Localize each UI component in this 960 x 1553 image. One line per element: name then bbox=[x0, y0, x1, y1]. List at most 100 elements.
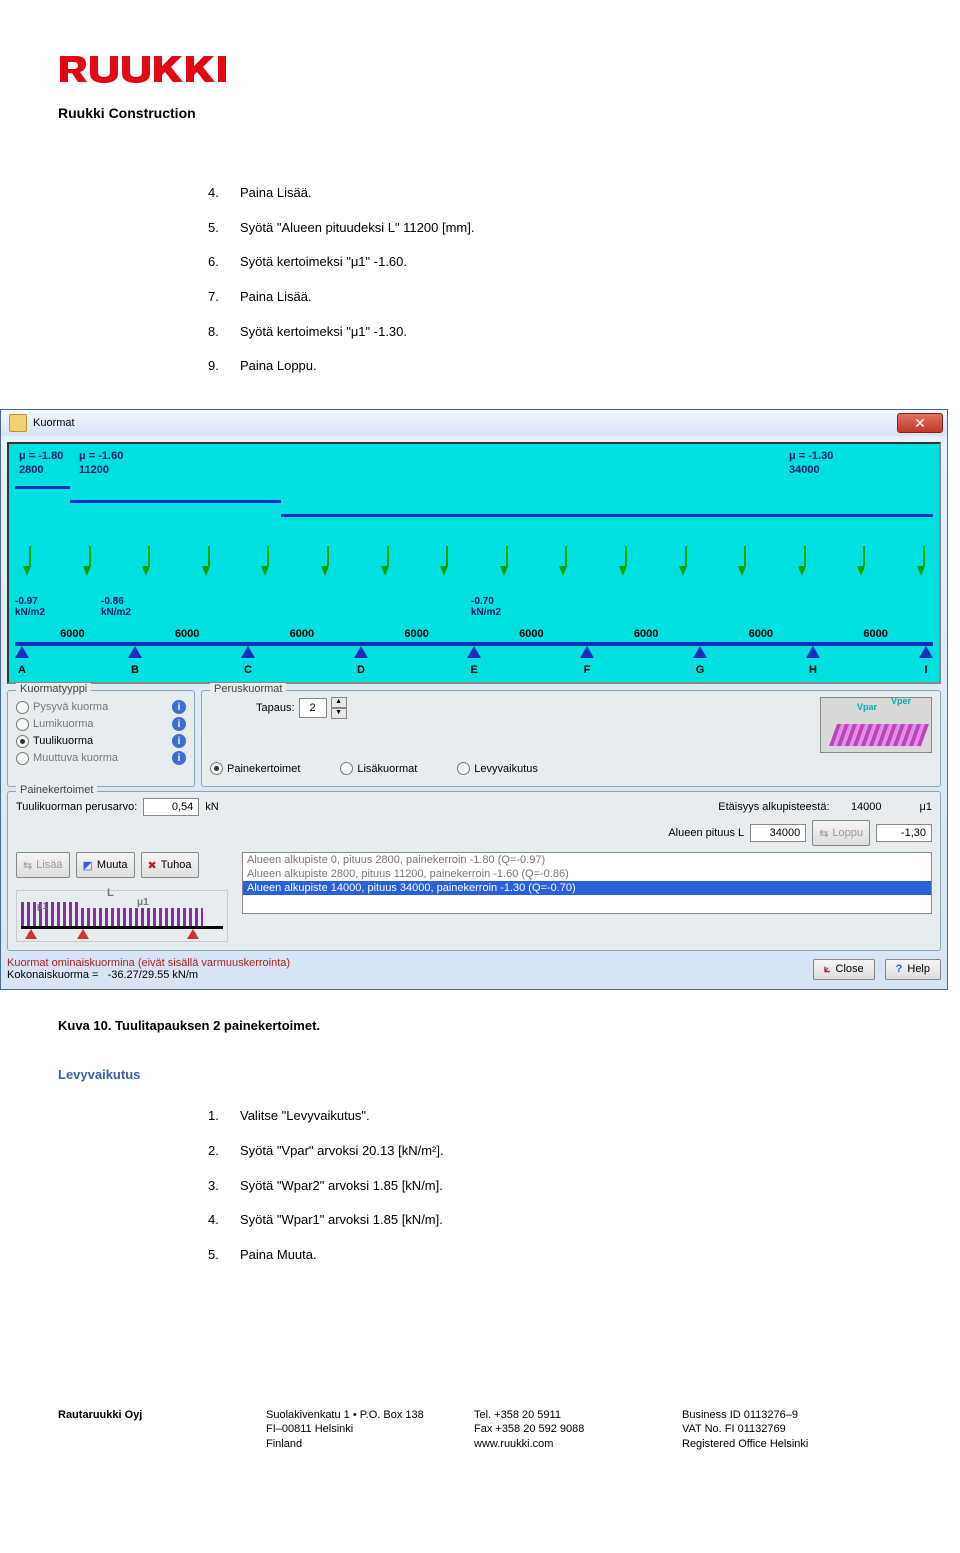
list-item[interactable]: Alueen alkupiste 0, pituus 2800, paineke… bbox=[243, 853, 931, 867]
logo bbox=[58, 48, 890, 91]
step-text: Syötä kertoimeksi "μ1" -1.30. bbox=[240, 320, 407, 345]
footer-line: Registered Office Helsinki bbox=[682, 1437, 890, 1452]
close-icon: ✕ bbox=[914, 416, 926, 430]
legend: Painekertoimet bbox=[16, 784, 97, 796]
etaisyys-value: 14000 bbox=[834, 801, 882, 813]
span-value: 6000 bbox=[359, 628, 474, 640]
radio-label: Painekertoimet bbox=[227, 763, 300, 775]
step-num: 4. bbox=[208, 1208, 240, 1233]
warning-text: Kuormat ominaiskuormina (eivät sisällä v… bbox=[7, 957, 290, 969]
footer-company: Rautaruukki Oyj bbox=[58, 1409, 142, 1421]
span-value: 6000 bbox=[130, 628, 245, 640]
step-text: Paina Lisää. bbox=[240, 285, 312, 310]
lisaa-button[interactable]: ⇆Lisää bbox=[16, 852, 70, 878]
kk-value: -36.27/29.55 kN/m bbox=[108, 969, 199, 981]
muuta-button[interactable]: ◩Muuta bbox=[76, 852, 135, 878]
load-diagram: μ = -1.802800 μ = -1.6011200 μ = -1.3034… bbox=[7, 442, 941, 684]
step-num: 9. bbox=[208, 354, 240, 379]
tuuli-label: Tuulikuorman perusarvo: bbox=[16, 801, 137, 813]
radio-painekertoimet[interactable]: Painekertoimet bbox=[210, 762, 300, 775]
q-unit: kN/m2 bbox=[15, 607, 75, 618]
figure-caption: Kuva 10. Tuulitapauksen 2 painekertoimet… bbox=[58, 1018, 890, 1033]
radio-pysyva[interactable]: Pysyvä kuormai bbox=[16, 700, 186, 714]
radio-label: Levyvaikutus bbox=[474, 763, 538, 775]
legend: Kuormatyyppi bbox=[16, 683, 91, 695]
list-item[interactable]: Alueen alkupiste 2800, pituus 11200, pai… bbox=[243, 867, 931, 881]
info-icon[interactable]: i bbox=[172, 717, 186, 731]
alue-label: Alueen pituus L bbox=[668, 827, 744, 839]
mu-value: 11200 bbox=[79, 464, 167, 478]
step-num: 3. bbox=[208, 1174, 240, 1199]
mu-label: μ = -1.30 bbox=[789, 450, 929, 464]
q-unit: kN/m2 bbox=[101, 607, 161, 618]
region-listbox[interactable]: Alueen alkupiste 0, pituus 2800, paineke… bbox=[242, 852, 932, 914]
q-value: -0.70 bbox=[471, 596, 531, 607]
fieldset-peruskuormat: Peruskuormat Tapaus: 2 ▲▼ Vpar bbox=[201, 690, 941, 787]
footer-line: Fax +358 20 592 9088 bbox=[474, 1422, 682, 1437]
footer-line: FI–00811 Helsinki bbox=[266, 1422, 474, 1437]
close-button[interactable]: ✕ bbox=[897, 413, 943, 433]
span-value: 6000 bbox=[704, 628, 819, 640]
button-label: Muuta bbox=[97, 859, 128, 871]
step-text: Syötä "Wpar2" arvoksi 1.85 [kN/m]. bbox=[240, 1174, 443, 1199]
radio-levyvaikutus[interactable]: Levyvaikutus bbox=[457, 762, 538, 775]
step-text: Syötä "Wpar1" arvoksi 1.85 [kN/m]. bbox=[240, 1208, 443, 1233]
button-label: Close bbox=[836, 963, 864, 975]
titlebar: Kuormat ✕ bbox=[1, 410, 947, 436]
vpar-label: Vpar bbox=[857, 702, 877, 712]
mu-value-input[interactable]: -1,30 bbox=[876, 824, 932, 842]
radio-tuuli[interactable]: Tuulikuormai bbox=[16, 734, 186, 748]
vpar-diagram: Vpar Vper bbox=[820, 697, 932, 753]
diag-mu-label: μ1 bbox=[37, 901, 48, 911]
tapaus-value[interactable]: 2 bbox=[299, 698, 327, 718]
button-label: Loppu bbox=[832, 827, 863, 839]
close-button-footer[interactable]: ⟀ Close bbox=[813, 959, 875, 980]
help-button[interactable]: ?Help bbox=[885, 959, 941, 980]
vper-label: Vper bbox=[891, 697, 911, 706]
footer-line: Business ID 0113276–9 bbox=[682, 1408, 890, 1423]
q-value: -0.86 bbox=[101, 596, 161, 607]
step-text: Syötä "Alueen pituudeksi L" 11200 [mm]. bbox=[240, 216, 474, 241]
button-label: Help bbox=[907, 963, 930, 975]
support-letter: A bbox=[15, 664, 29, 676]
window-title: Kuormat bbox=[33, 417, 75, 429]
support-letter: E bbox=[467, 664, 481, 676]
radio-muuttuva[interactable]: Muuttuva kuorma i bbox=[16, 751, 186, 765]
support-letter: C bbox=[241, 664, 255, 676]
radio-label: Muuttuva kuorma bbox=[33, 752, 118, 764]
legend: Peruskuormat bbox=[210, 683, 286, 695]
footer-line: www.ruukki.com bbox=[474, 1437, 682, 1452]
page-footer: Rautaruukki Oyj Suolakivenkatu 1 • P.O. … bbox=[58, 1408, 890, 1453]
mu-value: 2800 bbox=[19, 464, 79, 478]
info-icon[interactable]: i bbox=[172, 751, 186, 765]
window-icon bbox=[9, 414, 27, 432]
alue-value-input[interactable]: 34000 bbox=[750, 824, 806, 842]
fieldset-painekertoimet: Painekertoimet Tuulikuorman perusarvo: 0… bbox=[7, 791, 941, 951]
mu-label: μ1 bbox=[920, 801, 932, 813]
radio-label: Lumikuorma bbox=[33, 718, 94, 730]
info-icon[interactable]: i bbox=[172, 734, 186, 748]
support-letter: H bbox=[806, 664, 820, 676]
diag-L-label: L bbox=[107, 887, 114, 899]
radio-lumi[interactable]: Lumikuorma i bbox=[16, 717, 186, 731]
subheading-levyvaikutus: Levyvaikutus bbox=[58, 1067, 890, 1082]
radio-lisakuormat[interactable]: Lisäkuormat bbox=[340, 762, 417, 775]
list-item[interactable]: Alueen alkupiste 14000, pituus 34000, pa… bbox=[243, 881, 931, 895]
support-letter: D bbox=[354, 664, 368, 676]
tuhoa-button[interactable]: ✖Tuhoa bbox=[141, 852, 199, 878]
tuuli-value-input[interactable]: 0,54 bbox=[143, 798, 199, 816]
span-value: 6000 bbox=[818, 628, 933, 640]
mu-label: μ = -1.60 bbox=[79, 450, 167, 464]
button-label: Tuhoa bbox=[161, 859, 192, 871]
steps-block-1: 4.Paina Lisää. 5.Syötä "Alueen pituudeks… bbox=[208, 181, 890, 379]
diag-mu-label: μ1 bbox=[137, 897, 149, 908]
info-icon[interactable]: i bbox=[172, 700, 186, 714]
tapaus-spinner[interactable]: ▲▼ bbox=[331, 697, 347, 719]
loppu-button[interactable]: ⇆Loppu bbox=[812, 820, 870, 846]
span-value: 6000 bbox=[474, 628, 589, 640]
etaisyys-label: Etäisyys alkupisteestä: bbox=[718, 801, 829, 813]
company-name: Ruukki Construction bbox=[58, 105, 890, 121]
kk-label: Kokonaiskuorma = bbox=[7, 969, 98, 981]
close-icon: ⟀ bbox=[824, 963, 831, 976]
tuuli-unit: kN bbox=[205, 801, 218, 813]
